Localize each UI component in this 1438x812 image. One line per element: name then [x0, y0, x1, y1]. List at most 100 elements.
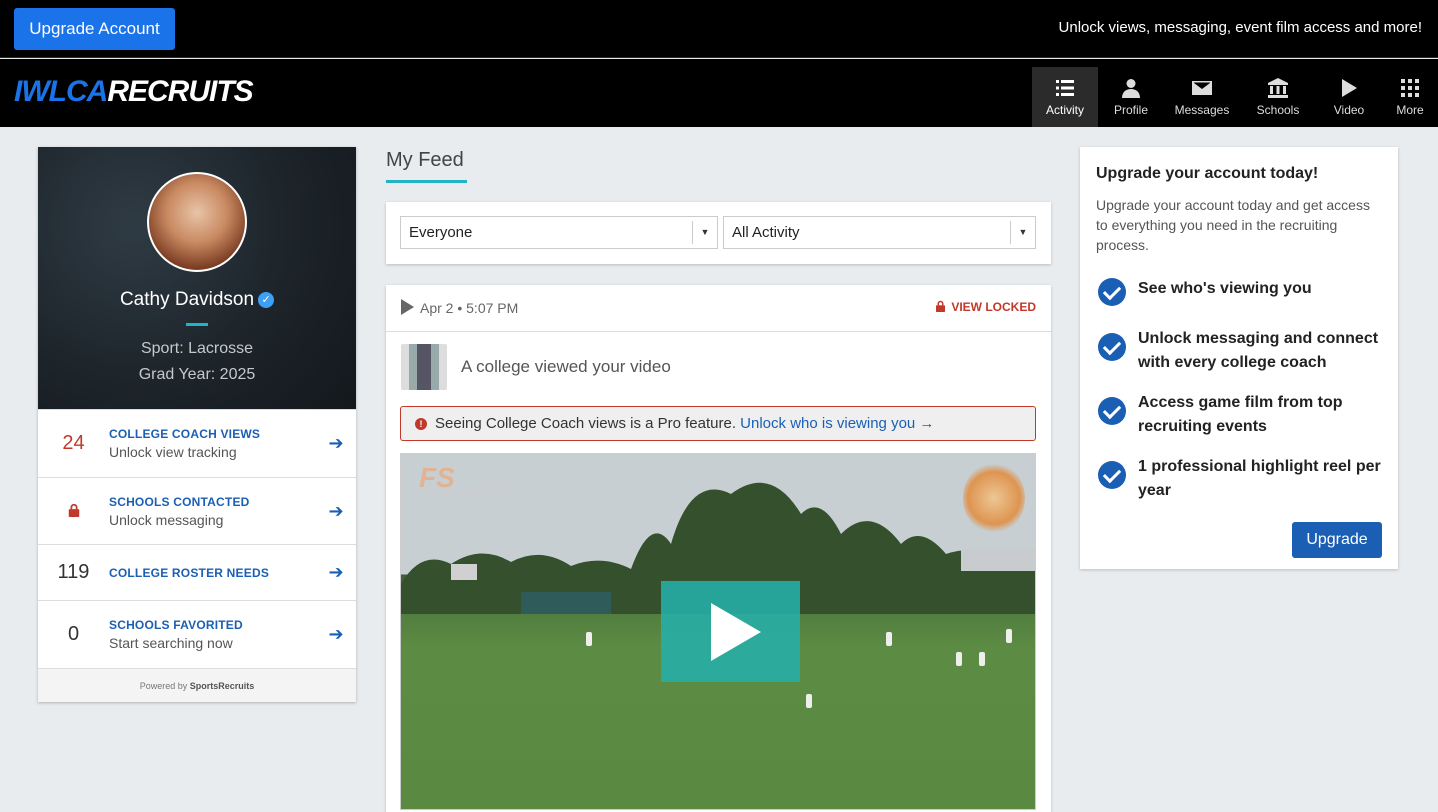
check-circle-icon	[1098, 278, 1126, 306]
stat-title: COLLEGE ROSTER NEEDS	[109, 565, 270, 580]
feed-title-underline	[386, 180, 467, 183]
arrow-right-icon[interactable]: ➔	[316, 501, 356, 522]
feature-text: Access game film from top recruiting eve…	[1138, 394, 1343, 435]
arrow-right-icon[interactable]: ➔	[316, 433, 356, 454]
stat-title: COLLEGE COACH VIEWS	[109, 427, 261, 441]
unlock-viewers-link[interactable]: Unlock who is viewing you →	[740, 415, 934, 432]
lock-icon	[68, 503, 79, 517]
profile-grad-year: Grad Year: 2025	[138, 366, 256, 383]
bank-icon	[1268, 77, 1288, 98]
profile-header: Cathy Davidson ✓ Sport: Lacrosse Grad Yea…	[38, 147, 356, 409]
player-figure	[1006, 629, 1012, 643]
person-icon	[1122, 78, 1140, 98]
activity-timestamp: Apr 2 • 5:07 PM	[420, 300, 519, 316]
nav-activity-label: Activity	[1045, 102, 1084, 117]
envelope-icon	[1192, 80, 1212, 95]
pro-feature-alert: ! Seeing College Coach views is a Pro fea…	[400, 406, 1036, 441]
nav-more[interactable]: More	[1382, 67, 1438, 127]
play-icon	[1342, 78, 1357, 97]
nav-schools[interactable]: Schools	[1240, 67, 1316, 127]
profile-card: Cathy Davidson ✓ Sport: Lacrosse Grad Yea…	[38, 147, 356, 702]
upgrade-account-button[interactable]: Upgrade Account	[14, 8, 175, 50]
arrow-right-icon[interactable]: ➔	[316, 624, 356, 645]
stat-subtitle: Unlock view tracking	[109, 444, 237, 460]
stat-value: 119	[57, 561, 90, 583]
video-player[interactable]: FS FIRST SCOUT	[400, 453, 1036, 810]
sportsrecruits-brand: SportsRecruits	[189, 681, 255, 691]
profile-sport: Sport: Lacrosse	[140, 340, 254, 357]
audience-select[interactable]: Everyone ▼	[400, 216, 718, 249]
stat-value: 24	[62, 432, 85, 454]
nav-messages[interactable]: Messages	[1164, 67, 1240, 127]
nav-activity[interactable]: Activity	[1032, 67, 1098, 127]
check-circle-icon	[1098, 461, 1126, 489]
stat-schools-favorited[interactable]: 0 SCHOOLS FAVORITED Start searching now …	[38, 600, 356, 668]
profile-name-row[interactable]: Cathy Davidson ✓	[38, 289, 356, 311]
alert-text: Seeing College Coach views is a Pro feat…	[435, 415, 736, 432]
player-figure	[806, 694, 812, 708]
list-icon	[1056, 79, 1074, 96]
activity-item: Apr 2 • 5:07 PM VIEW LOCKED A college vi…	[386, 285, 1051, 812]
player-figure	[956, 652, 962, 666]
nav-profile-label: Profile	[1113, 102, 1148, 117]
player-figure	[886, 632, 892, 646]
feature-text: Unlock messaging and connect with every …	[1138, 330, 1379, 371]
stat-college-coach-views[interactable]: 24 COLLEGE COACH VIEWS Unlock view track…	[38, 409, 356, 477]
feature-text: 1 professional highlight reel per year	[1138, 458, 1381, 499]
upgrade-card-description: Upgrade your account today and get acces…	[1096, 197, 1370, 253]
player-figure	[979, 652, 985, 666]
stat-title: SCHOOLS CONTACTED	[109, 494, 250, 509]
stat-subtitle: Unlock messaging	[109, 511, 224, 528]
nav-more-label: More	[1396, 102, 1424, 117]
verified-icon: ✓	[258, 292, 275, 308]
nav-profile[interactable]: Profile	[1098, 67, 1164, 127]
event-badge-logo	[963, 462, 1025, 534]
nav-messages-label: Messages	[1174, 102, 1230, 117]
nav-video-label: Video	[1333, 102, 1365, 117]
arrow-right-icon[interactable]: ➔	[316, 562, 356, 583]
play-icon	[711, 603, 761, 661]
feature-item: See who's viewing you	[1098, 277, 1388, 306]
caret-down-icon: ▼	[692, 221, 717, 244]
activity-summary: A college viewed your video	[401, 344, 671, 390]
feed-title: My Feed	[386, 149, 464, 171]
stat-subtitle: Start searching now	[109, 635, 233, 651]
powered-by-footer[interactable]: Powered by SportsRecruits	[38, 668, 356, 702]
stat-value: 0	[67, 623, 80, 645]
iwlca-recruits-logo[interactable]: IWLCA RECRUITS	[14, 75, 254, 109]
nav-video[interactable]: Video	[1316, 67, 1382, 127]
promo-bar: Upgrade Account Unlock views, messaging,…	[0, 0, 1438, 58]
player-figure	[586, 632, 592, 646]
promo-text: Unlock views, messaging, event film acce…	[1058, 19, 1422, 36]
play-button[interactable]	[661, 581, 800, 682]
feed-filters: Everyone ▼ All Activity ▼	[386, 202, 1051, 264]
lock-icon	[936, 300, 946, 312]
stat-schools-contacted[interactable]: SCHOOLS CONTACTED Unlock messaging ➔	[38, 477, 356, 544]
nav-items: Activity Profile Messages Schools Video …	[1032, 67, 1438, 127]
upgrade-button[interactable]: Upgrade	[1292, 522, 1382, 558]
avatar[interactable]	[147, 172, 247, 272]
anonymous-college-avatar	[401, 344, 447, 390]
stat-college-roster-needs[interactable]: 119 COLLEGE ROSTER NEEDS ➔	[38, 544, 356, 600]
stat-value	[38, 500, 109, 523]
check-circle-icon	[1098, 333, 1126, 361]
activity-header: Apr 2 • 5:07 PM VIEW LOCKED	[386, 285, 1051, 332]
nav-schools-label: Schools	[1256, 102, 1300, 117]
caret-down-icon: ▼	[1010, 221, 1035, 244]
profile-divider	[186, 323, 208, 326]
stat-title: SCHOOLS FAVORITED	[109, 618, 243, 632]
main-navbar: IWLCA RECRUITS Activity Profile Messages …	[0, 59, 1438, 127]
check-circle-icon	[1098, 397, 1126, 425]
feature-item: Access game film from top recruiting eve…	[1098, 391, 1388, 439]
grid-icon	[1401, 78, 1419, 97]
feature-item: 1 professional highlight reel per year	[1098, 455, 1388, 503]
alert-icon: !	[415, 418, 427, 430]
activity-text: A college viewed your video	[461, 357, 671, 376]
view-locked-link[interactable]: VIEW LOCKED	[935, 300, 1036, 314]
feature-text: See who's viewing you	[1138, 280, 1312, 297]
upgrade-promo-card: Upgrade your account today! Upgrade your…	[1080, 147, 1398, 569]
activity-type-select[interactable]: All Activity ▼	[723, 216, 1036, 249]
profile-name: Cathy Davidson	[119, 289, 255, 310]
video-activity-icon	[401, 299, 414, 315]
feature-item: Unlock messaging and connect with every …	[1098, 327, 1388, 375]
